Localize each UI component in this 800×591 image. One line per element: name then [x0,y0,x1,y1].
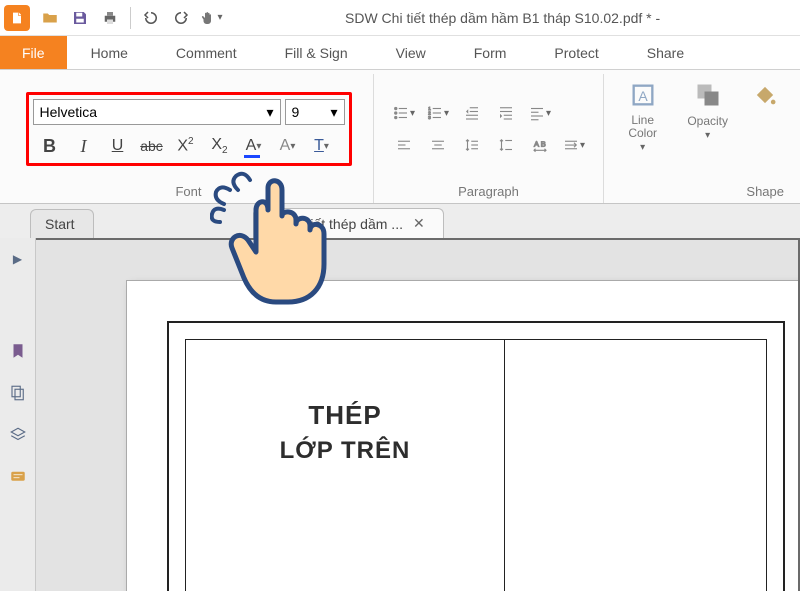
opacity-label: Opacity [687,114,728,128]
hand-tool-icon[interactable]: ▾ [197,4,225,32]
menu-tabs: File Home Comment Fill & Sign View Form … [0,36,800,70]
opacity-icon [691,78,725,112]
tab-start-label: Start [45,216,75,232]
page-text-line2: LỚP TRÊN [280,437,411,465]
close-icon[interactable]: ✕ [413,215,425,232]
tab-fill-sign[interactable]: Fill & Sign [261,36,372,69]
chevron-down-icon: ▾ [705,130,710,141]
document-title: SDW Chi tiết thép dầm hầm B1 tháp S10.02… [225,10,796,26]
tab-document-label: Chi tiết thép dầm ... [282,216,403,232]
line-color-button[interactable]: A Line Color ▾ [610,76,675,155]
decrease-indent-button[interactable] [457,101,487,125]
chevron-down-icon: ▾ [546,108,551,119]
chevron-down-icon: ▾ [217,12,222,23]
bookmark-icon[interactable] [7,340,29,362]
fill-icon [748,78,782,112]
font-name-value: Helvetica [40,104,98,120]
strikethrough-button[interactable]: abc [135,133,169,159]
bold-button[interactable]: B [33,133,67,159]
highlight-color-button[interactable]: A▾ [271,133,305,159]
line-spacing-button[interactable] [457,133,487,157]
chevron-down-icon: ▾ [444,108,449,119]
pages-icon[interactable] [7,382,29,404]
group-shape-label: Shape [610,182,790,203]
document-canvas[interactable]: THÉP LỚP TRÊN [36,238,800,591]
titlebar: ▾ SDW Chi tiết thép dầm hầm B1 tháp S10.… [0,0,800,36]
subscript-button[interactable]: X2 [203,133,237,159]
group-paragraph: ▾ 123▾ ▾ AB ▾ Paragraph [374,74,604,203]
tab-file[interactable]: File [0,36,67,69]
ribbon: Helvetica ▾ 9 ▾ B I U abc X2 X2 A▾ [0,70,800,204]
chevron-down-icon: ▾ [580,140,585,151]
font-size-select[interactable]: 9 ▾ [285,99,345,125]
document-area: ▶ THÉP LỚP TRÊN [0,238,800,591]
font-highlight-box: Helvetica ▾ 9 ▾ B I U abc X2 X2 A▾ [26,92,352,166]
quick-access-toolbar: ▾ [36,4,225,32]
svg-text:3: 3 [428,115,431,120]
svg-text:A: A [638,88,648,104]
tab-share[interactable]: Share [623,36,708,69]
font-name-select[interactable]: Helvetica ▾ [33,99,281,125]
underline-button[interactable]: U [101,133,135,159]
print-icon[interactable] [96,4,124,32]
shape-fill-button[interactable] [740,76,790,114]
chevron-down-icon: ▾ [266,104,273,121]
chevron-down-icon: ▾ [290,141,295,152]
tab-view[interactable]: View [372,36,450,69]
svg-text:B: B [540,140,545,149]
tab-protect[interactable]: Protect [530,36,622,69]
svg-text:A: A [534,140,539,149]
undo-icon[interactable] [137,4,165,32]
app-logo-icon [4,5,30,31]
tab-start[interactable]: Start [30,209,94,238]
italic-button[interactable]: I [67,133,101,159]
align-button[interactable]: ▾ [525,101,555,125]
superscript-button[interactable]: X2 [169,133,203,159]
chevron-down-icon: ▾ [410,108,415,119]
qat-separator [130,7,131,29]
tab-home[interactable]: Home [67,36,152,69]
paragraph-spacing-button[interactable] [491,133,521,157]
side-panel: ▶ [0,238,36,591]
numbered-list-button[interactable]: 123▾ [423,101,453,125]
open-icon[interactable] [36,4,64,32]
group-font-label: Font [10,182,367,203]
layers-icon[interactable] [7,424,29,446]
tab-document[interactable]: Chi tiết thép dầm ... ✕ [253,208,444,238]
increase-indent-button[interactable] [491,101,521,125]
line-color-label: Line Color [618,114,667,140]
group-font: Helvetica ▾ 9 ▾ B I U abc X2 X2 A▾ [4,74,374,203]
page-text-line1: THÉP [308,400,381,431]
chevron-down-icon: ▾ [324,141,329,152]
pdf-page: THÉP LỚP TRÊN [126,280,800,591]
font-color-button[interactable]: A▾ [237,133,271,159]
document-tabs: Start Chi tiết thép dầm ... ✕ [0,204,800,238]
comments-icon[interactable] [7,466,29,488]
redo-icon[interactable] [167,4,195,32]
tab-form[interactable]: Form [450,36,531,69]
clear-format-button[interactable]: T▾ [305,133,339,159]
chevron-down-icon: ▾ [330,104,337,121]
text-direction-button[interactable]: ▾ [559,133,589,157]
align-center-button[interactable] [423,133,453,157]
save-icon[interactable] [66,4,94,32]
group-paragraph-label: Paragraph [380,182,597,203]
char-spacing-button[interactable]: AB [525,133,555,157]
opacity-button[interactable]: Opacity ▾ [679,76,736,143]
chevron-down-icon: ▾ [256,141,261,152]
expand-icon[interactable]: ▶ [7,248,29,270]
align-left-button[interactable] [389,133,419,157]
bullet-list-button[interactable]: ▾ [389,101,419,125]
line-color-icon: A [626,78,660,112]
group-shape: A Line Color ▾ Opacity ▾ Shape [604,74,796,203]
font-size-value: 9 [292,104,300,120]
tab-comment[interactable]: Comment [152,36,261,69]
chevron-down-icon: ▾ [640,142,645,153]
